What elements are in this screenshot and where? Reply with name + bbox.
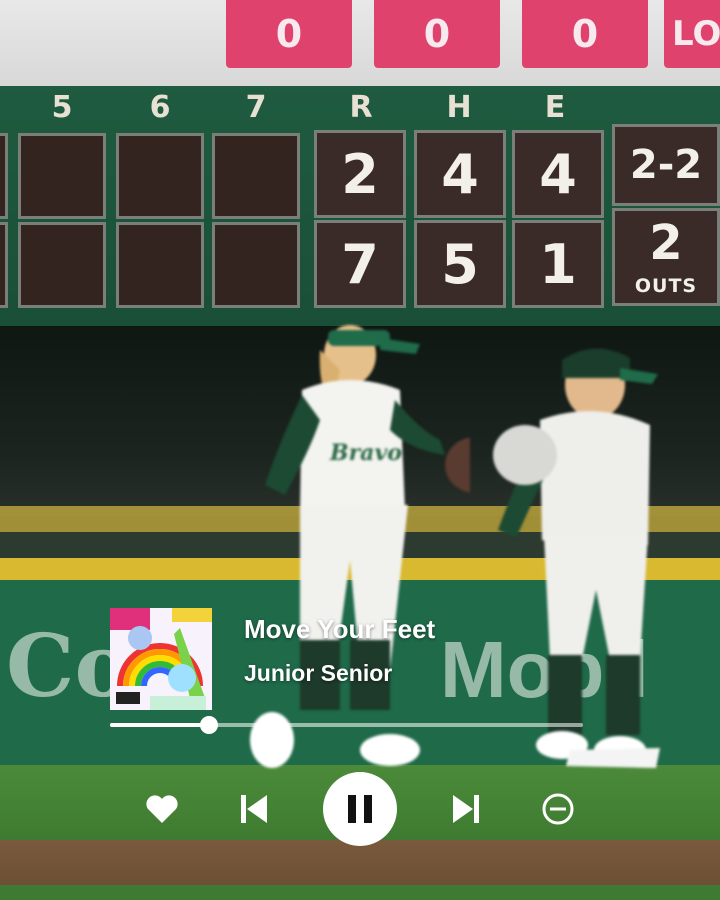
inning-header: 5	[51, 90, 73, 125]
upper-score-cell: 0	[374, 0, 500, 68]
inning-panel	[18, 133, 106, 219]
album-art	[110, 608, 212, 710]
previous-icon	[241, 795, 267, 823]
progress-fill	[110, 723, 210, 727]
runs-header: R	[349, 90, 373, 125]
video-background: 0 0 0 LO 5 6 7 R H E 2 4 4 7 5 1 2-2 2 O…	[0, 0, 720, 900]
next-button[interactable]	[448, 790, 486, 828]
infield-dirt	[0, 840, 720, 890]
errors-header: E	[544, 90, 566, 125]
track-title: Move Your Feet	[244, 614, 436, 644]
upper-scoreboard: 0 0 0 LO	[0, 0, 720, 86]
hide-song-button[interactable]	[539, 790, 577, 828]
home-runs: 7	[314, 220, 406, 308]
away-runs: 2	[314, 130, 406, 218]
away-errors: 4	[512, 130, 604, 218]
away-hits: 4	[414, 130, 506, 218]
inning-panel	[0, 133, 8, 219]
next-icon	[453, 795, 479, 823]
inning-panel	[116, 222, 204, 308]
outs-value: 2	[649, 215, 683, 271]
outs-label: OUTS	[634, 275, 698, 297]
artist-name[interactable]: Junior Senior	[244, 660, 392, 687]
home-errors: 1	[512, 220, 604, 308]
previous-button[interactable]	[234, 790, 272, 828]
heart-icon	[146, 795, 178, 823]
inning-panel	[212, 222, 300, 308]
ball-strike-count: 2-2	[612, 124, 720, 206]
svg-text:Bravo: Bravo	[329, 440, 402, 466]
home-hits: 5	[414, 220, 506, 308]
pause-icon	[348, 795, 372, 823]
player-right-figure	[493, 348, 660, 768]
outs-panel: 2 OUTS	[612, 208, 720, 306]
inning-panel	[18, 222, 106, 308]
pause-button[interactable]	[323, 772, 397, 846]
inning-panel	[116, 133, 204, 219]
upper-score-cell: 0	[522, 0, 648, 68]
minus-circle-icon	[542, 793, 574, 825]
upper-score-cell: 0	[226, 0, 352, 68]
like-button[interactable]	[143, 790, 181, 828]
upper-score-cell: LO	[664, 0, 720, 68]
inning-header: 7	[245, 90, 267, 125]
foreground-grass	[0, 885, 720, 900]
inning-header: 6	[149, 90, 171, 125]
inning-panel	[0, 222, 8, 308]
hits-header: H	[446, 90, 472, 125]
inning-panel	[212, 133, 300, 219]
player-left-figure: Bravo	[250, 325, 470, 768]
progress-bar[interactable]	[110, 716, 583, 734]
